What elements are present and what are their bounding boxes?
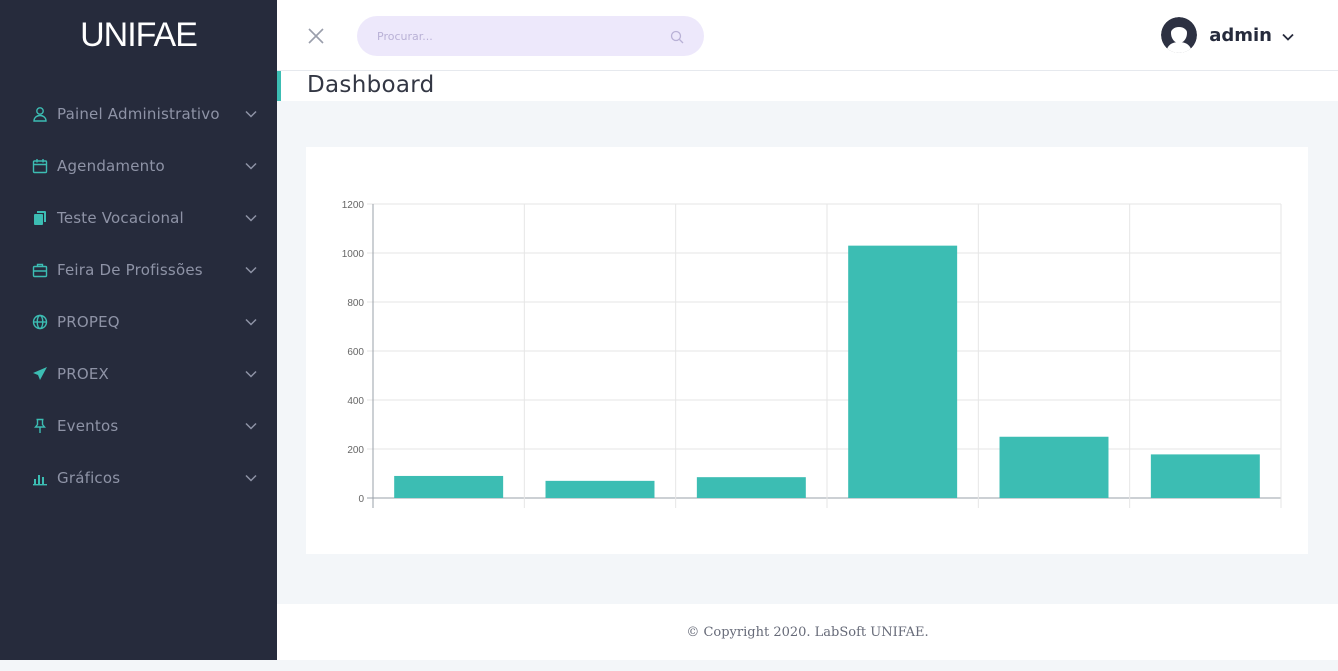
chart-bar (848, 245, 958, 498)
briefcase-icon (32, 262, 48, 278)
close-icon[interactable] (307, 27, 325, 45)
search-input[interactable] (357, 16, 637, 56)
y-tick-label: 1200 (342, 200, 365, 211)
y-tick-label: 0 (358, 494, 364, 505)
sidebar-item-agendamento[interactable]: Agendamento (0, 140, 277, 192)
chevron-down-icon (243, 422, 257, 430)
chevron-down-icon (243, 474, 257, 482)
page-title: Dashboard (307, 72, 435, 98)
sidebar: UNIFAE Painel Administrativo Agendamento (0, 0, 277, 660)
chart-bar (545, 480, 655, 498)
sidebar-item-label: PROPEQ (57, 313, 120, 331)
sidebar-item-painel-administrativo[interactable]: Painel Administrativo (0, 88, 277, 140)
title-accent (277, 71, 281, 101)
sidebar-item-eventos[interactable]: Eventos (0, 400, 277, 452)
chart-bar (394, 475, 504, 498)
sidebar-item-label: Gráficos (57, 469, 121, 487)
sidebar-item-label: PROEX (57, 365, 110, 383)
chevron-down-icon (243, 370, 257, 378)
brand-logo[interactable]: UNIFAE (0, 0, 277, 70)
user-icon (32, 106, 48, 122)
user-name: admin (1209, 24, 1272, 46)
chevron-down-icon (243, 162, 257, 170)
avatar (1161, 17, 1198, 53)
sidebar-item-label: Eventos (57, 417, 119, 435)
sidebar-item-propeq[interactable]: PROPEQ (0, 296, 277, 348)
chevron-down-icon (1282, 26, 1294, 45)
globe-icon (32, 314, 48, 330)
footer: © Copyright 2020. LabSoft UNIFAE. (277, 604, 1338, 660)
chart-card: 0 200 400 600 800 1000 1200 (306, 147, 1308, 554)
chevron-down-icon (243, 110, 257, 118)
bar-chart: 0 200 400 600 800 1000 1200 (342, 200, 1282, 508)
calendar-icon (32, 158, 48, 174)
copyright-text: © Copyright 2020. LabSoft UNIFAE. (686, 624, 929, 640)
copy-icon (32, 210, 48, 226)
sidebar-item-label: Feira De Profissões (57, 261, 203, 279)
sidebar-item-proex[interactable]: PROEX (0, 348, 277, 400)
sidebar-item-teste-vocacional[interactable]: Teste Vocacional (0, 192, 277, 244)
y-tick-label: 200 (347, 445, 364, 456)
sidebar-item-graficos[interactable]: Gráficos (0, 452, 277, 504)
y-tick-label: 400 (347, 396, 364, 407)
rocket-icon (32, 366, 48, 382)
search-box (357, 16, 704, 56)
sidebar-menu: Painel Administrativo Agendamento Teste … (0, 88, 277, 504)
chevron-down-icon (243, 318, 257, 326)
chevron-down-icon (243, 266, 257, 274)
user-menu[interactable]: admin (1161, 17, 1294, 53)
sidebar-item-label: Agendamento (57, 157, 165, 175)
sidebar-item-label: Painel Administrativo (57, 105, 220, 123)
y-tick-label: 600 (347, 347, 364, 358)
sidebar-item-label: Teste Vocacional (57, 209, 184, 227)
top-header: admin (277, 0, 1338, 71)
sidebar-item-feira-de-profissoes[interactable]: Feira De Profissões (0, 244, 277, 296)
page-title-bar: Dashboard (277, 71, 1338, 101)
chart-bar (1150, 454, 1260, 498)
chart-bar (999, 436, 1109, 498)
search-icon[interactable] (670, 29, 684, 44)
y-tick-label: 1000 (342, 249, 365, 260)
chart-bar (696, 477, 806, 498)
chevron-down-icon (243, 214, 257, 222)
y-tick-label: 800 (347, 298, 364, 309)
pin-icon (32, 418, 48, 434)
bar-chart-icon (32, 470, 48, 486)
